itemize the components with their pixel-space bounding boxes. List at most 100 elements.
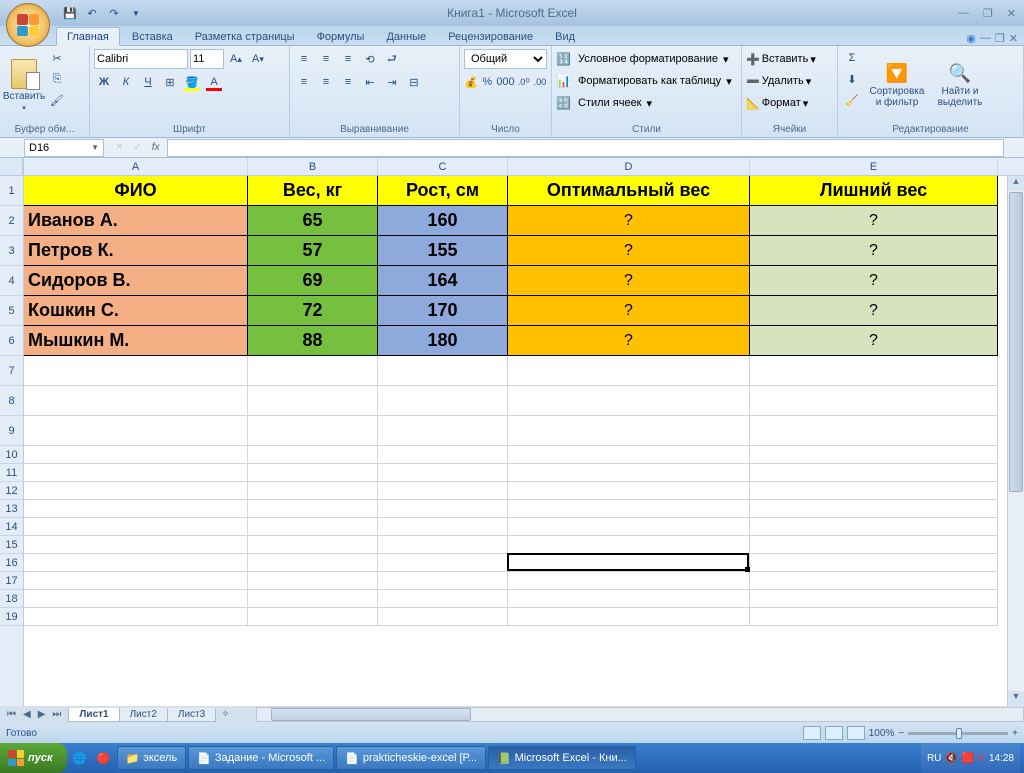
cell-B16[interactable] <box>248 554 378 572</box>
cell-C19[interactable] <box>378 608 508 626</box>
comma-icon[interactable]: 000 <box>496 72 514 92</box>
cell-A16[interactable] <box>24 554 248 572</box>
cell-C8[interactable] <box>378 386 508 416</box>
cell-E5[interactable]: ? <box>750 296 998 326</box>
cell-A3[interactable]: Петров К. <box>24 236 248 266</box>
cut-icon[interactable]: ✂ <box>47 48 67 68</box>
increase-decimal-icon[interactable]: .0⁰ <box>517 72 531 92</box>
cell-C18[interactable] <box>378 590 508 608</box>
cell-A5[interactable]: Кошкин С. <box>24 296 248 326</box>
vertical-scrollbar[interactable]: ▲▼ <box>1007 176 1024 706</box>
align-center-icon[interactable]: ≡ <box>316 72 336 92</box>
cell-C13[interactable] <box>378 500 508 518</box>
cell-D16[interactable] <box>508 554 750 572</box>
qat-more-icon[interactable]: ▼ <box>126 3 146 23</box>
tab-home[interactable]: Главная <box>56 27 120 46</box>
zoom-in-button[interactable]: + <box>1012 728 1018 739</box>
cell-A2[interactable]: Иванов А. <box>24 206 248 236</box>
cell-D13[interactable] <box>508 500 750 518</box>
cell-E4[interactable]: ? <box>750 266 998 296</box>
cell-B18[interactable] <box>248 590 378 608</box>
cell-D18[interactable] <box>508 590 750 608</box>
cell-C2[interactable]: 160 <box>378 206 508 236</box>
save-icon[interactable]: 💾 <box>60 3 80 23</box>
cell-D17[interactable] <box>508 572 750 590</box>
cell-A18[interactable] <box>24 590 248 608</box>
tab-data[interactable]: Данные <box>376 28 436 45</box>
redo-icon[interactable]: ↷ <box>104 3 124 23</box>
start-button[interactable]: пуск <box>0 743 67 773</box>
cell-E3[interactable]: ? <box>750 236 998 266</box>
cell-B15[interactable] <box>248 536 378 554</box>
maximize-button[interactable]: ❐ <box>979 5 997 22</box>
cell-E9[interactable] <box>750 416 998 446</box>
row-header-12[interactable]: 12 <box>0 482 23 500</box>
sheet-tab-1[interactable]: Лист1 <box>68 708 119 722</box>
cell-C5[interactable]: 170 <box>378 296 508 326</box>
row-header-7[interactable]: 7 <box>0 356 23 386</box>
taskbar-item-word2[interactable]: 📄 prakticheskie-excel [Р... <box>336 746 486 770</box>
cell-E14[interactable] <box>750 518 998 536</box>
cell-styles-button[interactable]: 🔡 Стили ячеек ▾ <box>556 92 737 114</box>
delete-cells-button[interactable]: ➖Удалить▾ <box>746 70 833 92</box>
align-bottom-icon[interactable]: ≡ <box>338 49 358 69</box>
zoom-level[interactable]: 100% <box>869 728 895 739</box>
cell-C15[interactable] <box>378 536 508 554</box>
row-header-15[interactable]: 15 <box>0 536 23 554</box>
cell-B11[interactable] <box>248 464 378 482</box>
cell-D11[interactable] <box>508 464 750 482</box>
undo-icon[interactable]: ↶ <box>82 3 102 23</box>
bold-button[interactable]: Ж <box>94 72 114 92</box>
col-header-B[interactable]: B <box>248 158 378 175</box>
taskbar-item-word1[interactable]: 📄 Задание - Microsoft ... <box>188 746 334 770</box>
align-top-icon[interactable]: ≡ <box>294 49 314 69</box>
orientation-icon[interactable]: ⟲ <box>360 49 380 69</box>
cell-D9[interactable] <box>508 416 750 446</box>
new-sheet-icon[interactable]: ✧ <box>215 709 235 720</box>
zoom-out-button[interactable]: − <box>898 728 904 739</box>
font-name-combo[interactable] <box>94 49 188 69</box>
enter-formula-icon[interactable]: ✓ <box>130 142 144 153</box>
align-left-icon[interactable]: ≡ <box>294 72 314 92</box>
tab-page-layout[interactable]: Разметка страницы <box>185 28 305 45</box>
cell-E11[interactable] <box>750 464 998 482</box>
font-color-icon[interactable]: A <box>204 72 224 92</box>
tab-review[interactable]: Рецензирование <box>438 28 543 45</box>
conditional-format-button[interactable]: 🔢 Условное форматирование ▾ <box>556 48 737 70</box>
cell-D3[interactable]: ? <box>508 236 750 266</box>
cell-D10[interactable] <box>508 446 750 464</box>
cell-B14[interactable] <box>248 518 378 536</box>
autosum-icon[interactable]: Σ <box>842 48 862 68</box>
row-header-14[interactable]: 14 <box>0 518 23 536</box>
row-header-9[interactable]: 9 <box>0 416 23 446</box>
copy-icon[interactable]: ⎘ <box>47 69 67 89</box>
cell-D4[interactable]: ? <box>508 266 750 296</box>
fill-icon[interactable]: ⬇ <box>842 69 862 89</box>
office-button[interactable] <box>6 3 50 47</box>
cell-B4[interactable]: 69 <box>248 266 378 296</box>
horizontal-scrollbar[interactable] <box>256 707 1024 722</box>
format-cells-button[interactable]: 📐Формат▾ <box>746 92 833 114</box>
cell-B10[interactable] <box>248 446 378 464</box>
cell-E19[interactable] <box>750 608 998 626</box>
cell-C14[interactable] <box>378 518 508 536</box>
cell-A12[interactable] <box>24 482 248 500</box>
sheet-nav-next-icon[interactable]: ▶ <box>35 709 49 720</box>
cell-B5[interactable]: 72 <box>248 296 378 326</box>
cell-E16[interactable] <box>750 554 998 572</box>
cell-C17[interactable] <box>378 572 508 590</box>
cell-A8[interactable] <box>24 386 248 416</box>
merge-icon[interactable]: ⊟ <box>404 72 424 92</box>
taskbar-item-excel[interactable]: 📗 Microsoft Excel - Кни... <box>488 746 636 770</box>
fill-color-icon[interactable]: 🪣 <box>182 72 202 92</box>
cell-B7[interactable] <box>248 356 378 386</box>
cell-E12[interactable] <box>750 482 998 500</box>
doc-minimize-button[interactable]: — <box>980 32 991 45</box>
view-normal-icon[interactable] <box>803 726 821 740</box>
cell-C7[interactable] <box>378 356 508 386</box>
cell-C4[interactable]: 164 <box>378 266 508 296</box>
cell-B9[interactable] <box>248 416 378 446</box>
view-pagebreak-icon[interactable] <box>847 726 865 740</box>
row-header-2[interactable]: 2 <box>0 206 23 236</box>
cell-A9[interactable] <box>24 416 248 446</box>
